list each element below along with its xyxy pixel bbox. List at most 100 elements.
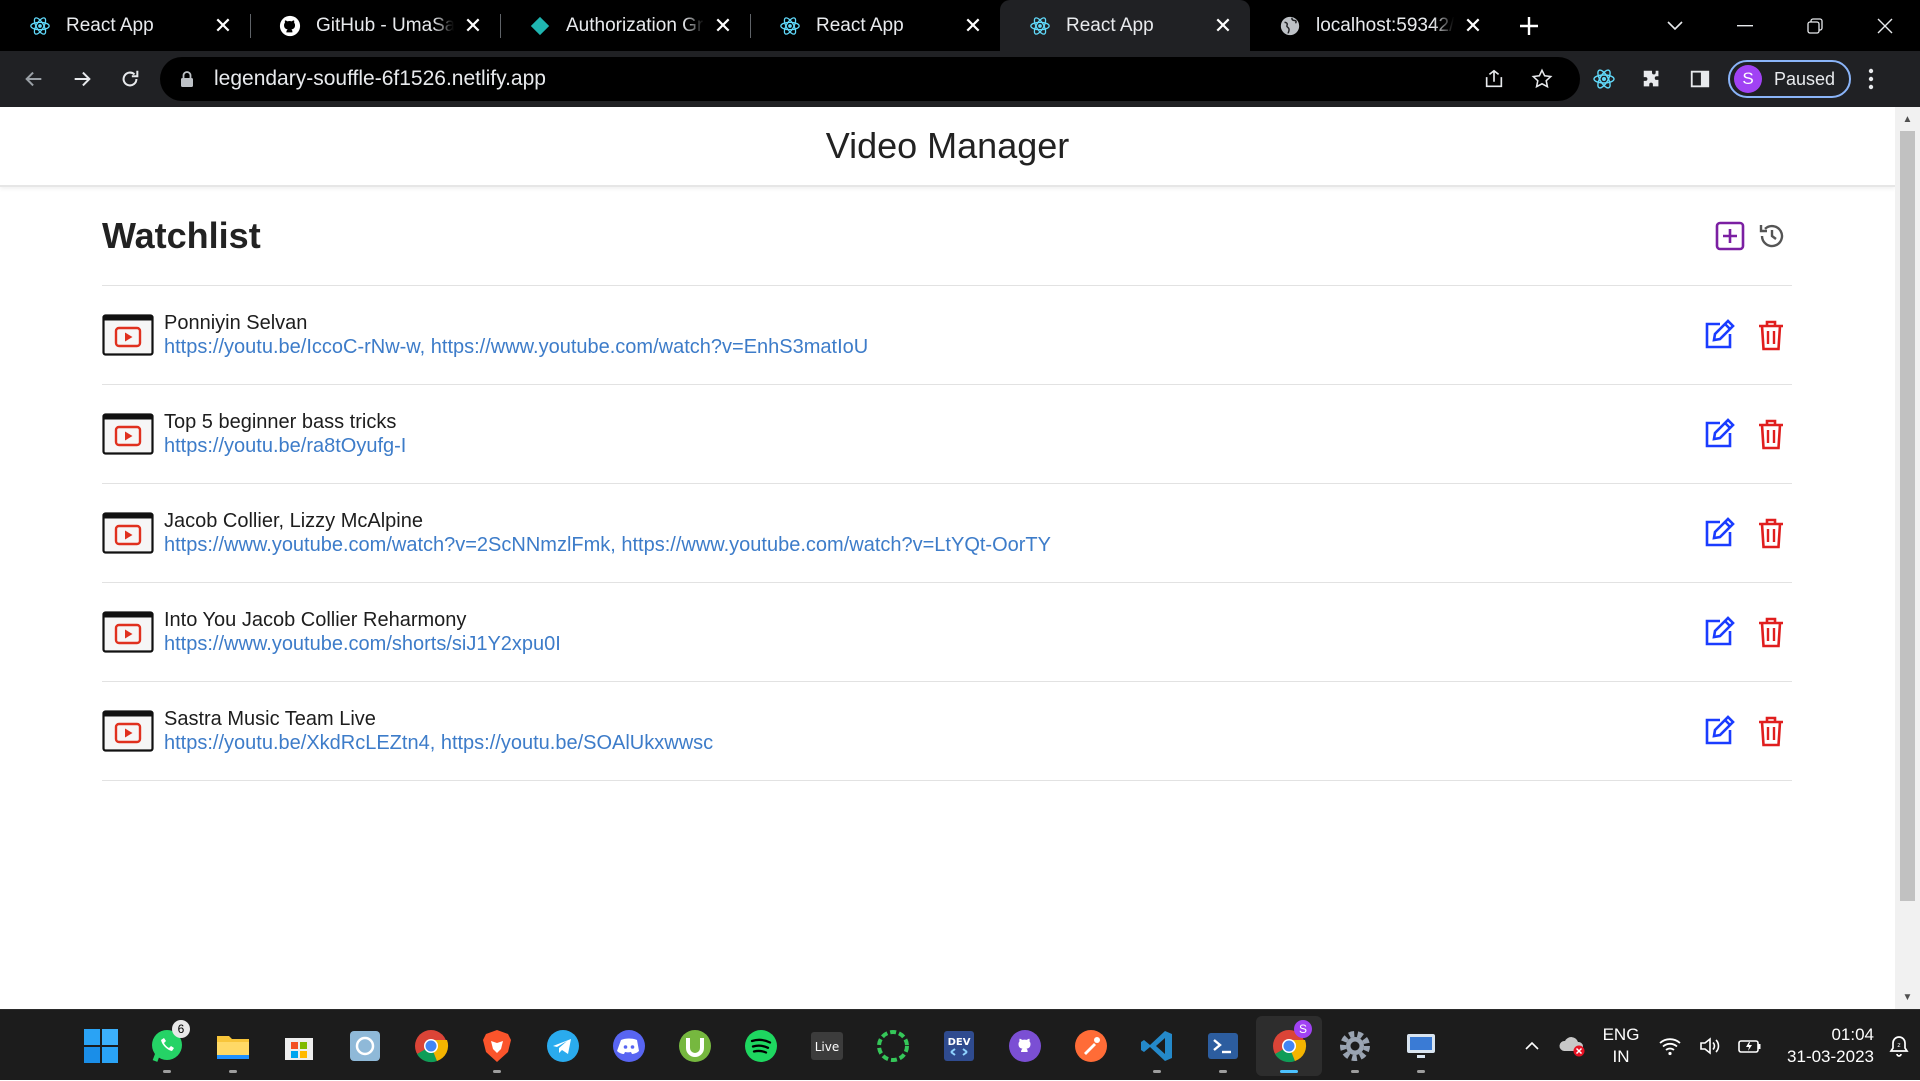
delete-button[interactable] [1754, 516, 1788, 550]
taskbar-loading-app[interactable] [860, 1016, 926, 1076]
delete-button[interactable] [1754, 714, 1788, 748]
new-tab-button[interactable] [1500, 0, 1558, 51]
bookmark-star-icon[interactable] [1518, 68, 1566, 90]
delete-button[interactable] [1754, 318, 1788, 352]
github-desktop-icon [1009, 1029, 1041, 1062]
svg-text:Live: Live [815, 1040, 840, 1054]
scrollbar-thumb[interactable] [1900, 131, 1915, 901]
chevron-up-icon [1525, 1041, 1539, 1050]
taskbar-chrome-active[interactable]: S [1256, 1015, 1322, 1076]
video-links[interactable]: https://youtu.be/XkdRcLEZtn4, https://yo… [164, 731, 1702, 755]
delete-button[interactable] [1754, 417, 1788, 451]
taskbar-terminal[interactable] [1190, 1016, 1256, 1076]
history-button[interactable] [1756, 220, 1788, 252]
battery-status[interactable] [1730, 1026, 1770, 1066]
add-video-button[interactable] [1714, 220, 1746, 252]
tab-close-icon[interactable]: ✕ [1462, 13, 1484, 38]
video-text: Ponniyin Selvan https://youtu.be/IccoC-r… [164, 311, 1702, 359]
language-indicator[interactable]: ENG IN [1592, 1024, 1650, 1068]
folder-icon [217, 1035, 249, 1059]
taskbar-chrome-1[interactable] [398, 1016, 464, 1076]
taskbar-github-desktop[interactable] [992, 1016, 1058, 1076]
taskbar-remote-desktop[interactable] [1388, 1016, 1454, 1076]
side-panel-button[interactable] [1676, 55, 1724, 103]
video-links[interactable]: https://youtu.be/IccoC-rNw-w, https://ww… [164, 335, 1702, 359]
onedrive-status[interactable] [1552, 1026, 1592, 1066]
taskbar-brave[interactable] [464, 1016, 530, 1076]
edit-button[interactable] [1702, 417, 1736, 451]
edit-button[interactable] [1702, 318, 1736, 352]
language-code: ENG [1602, 1024, 1640, 1044]
tab-authorization-grant[interactable]: Authorization Grant ✕ [500, 0, 750, 51]
start-button[interactable] [68, 1016, 134, 1076]
tab-react-app-1[interactable]: React App ✕ [0, 0, 250, 51]
arrow-left-icon [25, 71, 42, 87]
share-icon[interactable] [1470, 68, 1518, 90]
tab-close-icon[interactable]: ✕ [712, 13, 734, 38]
reload-button[interactable] [106, 55, 154, 103]
edit-button[interactable] [1702, 516, 1736, 550]
edit-button[interactable] [1702, 714, 1736, 748]
extensions-button[interactable] [1628, 55, 1676, 103]
back-button[interactable] [10, 55, 58, 103]
edit-button[interactable] [1702, 615, 1736, 649]
minimize-button[interactable] [1710, 4, 1780, 48]
delete-button[interactable] [1754, 615, 1788, 649]
scroll-down-arrow-icon[interactable]: ▼ [1895, 987, 1920, 1007]
watchlist-actions [1714, 220, 1788, 252]
video-links[interactable]: https://www.youtube.com/watch?v=2ScNNmzl… [164, 533, 1702, 557]
taskbar-telegram[interactable] [530, 1016, 596, 1076]
trash-icon [1759, 617, 1783, 648]
discord-icon [613, 1029, 645, 1062]
tab-search-button[interactable] [1640, 4, 1710, 48]
browser-menu-button[interactable] [1851, 55, 1891, 103]
taskbar-devtoys[interactable]: DEV [926, 1016, 992, 1076]
video-links[interactable]: https://youtu.be/ra8tOyufg-I [164, 434, 1702, 458]
page-scrollbar[interactable]: ▲ ▼ [1895, 107, 1920, 1009]
globe-icon [1278, 14, 1302, 38]
tab-localhost[interactable]: localhost:59342/?code ✕ [1250, 0, 1500, 51]
edit-icon [1705, 616, 1735, 646]
taskbar-whatsapp[interactable]: 6 [134, 1016, 200, 1076]
video-text: Top 5 beginner bass tricks https://youtu… [164, 410, 1702, 458]
tab-close-icon[interactable]: ✕ [462, 13, 484, 38]
diamond-icon [528, 14, 552, 38]
taskbar-utorrent[interactable] [662, 1016, 728, 1076]
taskbar-live[interactable]: Live [794, 1016, 860, 1076]
tab-close-icon[interactable]: ✕ [1212, 13, 1234, 38]
lock-icon [180, 70, 200, 88]
scroll-up-arrow-icon[interactable]: ▲ [1895, 109, 1920, 129]
wifi-status[interactable] [1650, 1026, 1690, 1066]
taskbar-discord[interactable] [596, 1016, 662, 1076]
close-window-button[interactable] [1850, 4, 1920, 48]
taskbar-postman[interactable] [1058, 1016, 1124, 1076]
address-bar[interactable]: legendary-souffle-6f1526.netlify.app [160, 57, 1580, 101]
tab-react-app-2[interactable]: React App ✕ [750, 0, 1000, 51]
volume-status[interactable] [1690, 1026, 1730, 1066]
taskbar-settings[interactable] [1322, 1016, 1388, 1076]
running-indicator [229, 1069, 237, 1073]
page-title: Video Manager [0, 107, 1895, 187]
notification-center-button[interactable]: z [1878, 1035, 1920, 1057]
row-actions [1702, 615, 1788, 649]
restore-button[interactable] [1780, 4, 1850, 48]
forward-button[interactable] [58, 55, 106, 103]
taskbar-spotify[interactable] [728, 1016, 794, 1076]
profile-button[interactable]: S Paused [1728, 60, 1852, 98]
show-hidden-icons-button[interactable] [1512, 1026, 1552, 1066]
arrow-right-icon [74, 71, 91, 87]
taskbar-microsoft-store[interactable] [266, 1016, 332, 1076]
clock[interactable]: 01:04 31-03-2023 [1770, 1024, 1878, 1068]
tab-github[interactable]: GitHub - UmaSahni ✕ [250, 0, 500, 51]
tab-close-icon[interactable]: ✕ [962, 13, 984, 38]
taskbar-file-explorer[interactable] [200, 1016, 266, 1076]
taskbar-vscode[interactable] [1124, 1016, 1190, 1076]
react-devtools-extension[interactable] [1580, 55, 1628, 103]
url-text[interactable]: legendary-souffle-6f1526.netlify.app [214, 67, 1470, 91]
vscode-icon [1141, 1030, 1172, 1061]
tab-close-icon[interactable]: ✕ [212, 13, 234, 38]
tab-label: React App [816, 14, 904, 36]
tab-react-app-active[interactable]: React App ✕ [1000, 0, 1250, 51]
video-links[interactable]: https://www.youtube.com/shorts/siJ1Y2xpu… [164, 632, 1702, 656]
taskbar-app-blue[interactable] [332, 1016, 398, 1076]
